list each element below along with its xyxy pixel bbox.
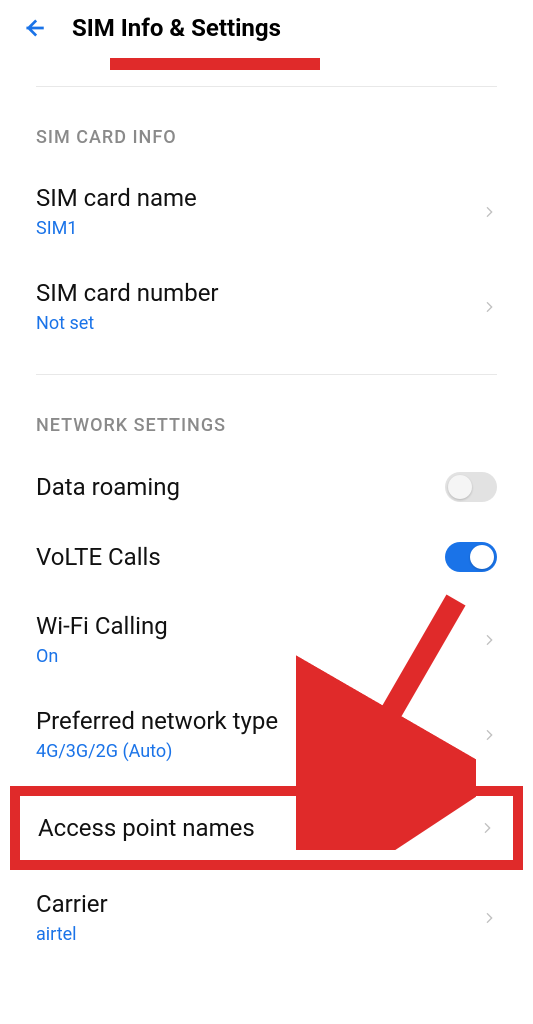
row-volte-calls[interactable]: VoLTE Calls: [0, 526, 533, 588]
data-roaming-label: Data roaming: [36, 473, 445, 501]
sim-card-name-value: SIM1: [36, 218, 481, 239]
sim-card-number-value: Not set: [36, 313, 481, 334]
sim-card-name-label: SIM card name: [36, 184, 481, 212]
section-header-network: NETWORK SETTINGS: [0, 375, 533, 456]
wifi-calling-value: On: [36, 646, 481, 667]
row-sim-card-number[interactable]: SIM card number Not set: [0, 263, 533, 350]
volte-toggle[interactable]: [445, 542, 497, 572]
chevron-right-icon: [481, 632, 497, 648]
chevron-right-icon: [481, 727, 497, 743]
row-data-roaming[interactable]: Data roaming: [0, 456, 533, 518]
wifi-calling-label: Wi-Fi Calling: [36, 612, 481, 640]
data-roaming-toggle[interactable]: [445, 472, 497, 502]
row-access-point-names[interactable]: Access point names: [10, 786, 523, 870]
apn-label: Access point names: [38, 814, 255, 842]
carrier-value: airtel: [36, 924, 481, 945]
chevron-right-icon: [481, 204, 497, 220]
row-sim-card-name[interactable]: SIM card name SIM1: [0, 168, 533, 255]
section-header-sim-info: SIM CARD INFO: [0, 87, 533, 168]
page-title: SIM Info & Settings: [72, 14, 281, 42]
redaction-bar: [110, 58, 320, 70]
chevron-right-icon: [479, 820, 495, 836]
pref-network-value: 4G/3G/2G (Auto): [36, 741, 481, 762]
chevron-right-icon: [481, 299, 497, 315]
carrier-label: Carrier: [36, 890, 481, 918]
chevron-right-icon: [481, 910, 497, 926]
volte-label: VoLTE Calls: [36, 543, 445, 571]
pref-network-label: Preferred network type: [36, 707, 481, 735]
row-carrier[interactable]: Carrier airtel: [0, 870, 533, 961]
row-preferred-network-type[interactable]: Preferred network type 4G/3G/2G (Auto): [0, 691, 533, 778]
header-bar: SIM Info & Settings: [0, 0, 533, 56]
sim-card-number-label: SIM card number: [36, 279, 481, 307]
back-icon[interactable]: [20, 14, 48, 42]
row-wifi-calling[interactable]: Wi-Fi Calling On: [0, 596, 533, 683]
